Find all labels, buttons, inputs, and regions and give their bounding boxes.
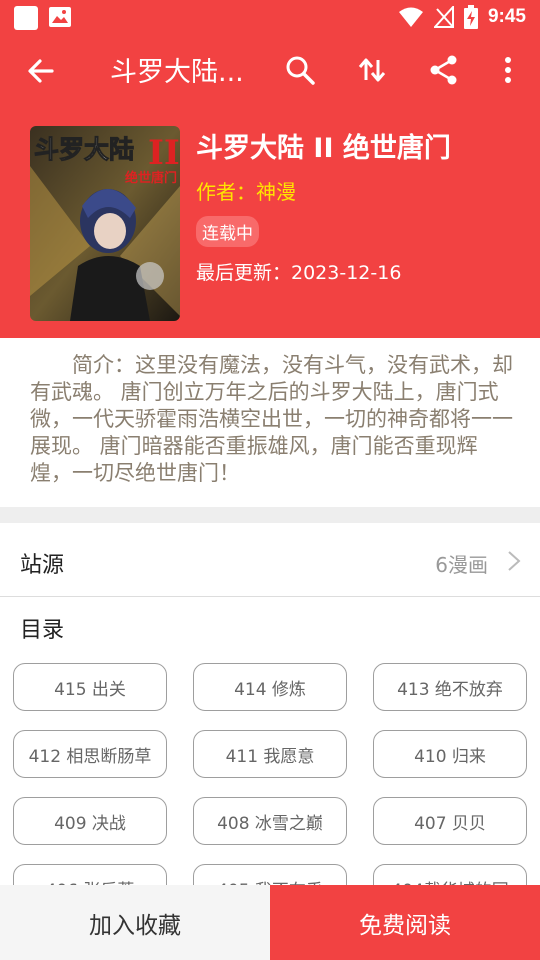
battery-charging-icon bbox=[463, 5, 478, 29]
status-bar: 9:45 bbox=[0, 0, 540, 36]
chapter-button[interactable]: 404载华城的同 bbox=[373, 864, 527, 885]
source-row[interactable]: 站源 6漫画 bbox=[0, 523, 540, 597]
toolbar-title: 斗罗大陆... bbox=[110, 57, 244, 88]
svg-text:斗罗大陆: 斗罗大陆 bbox=[34, 135, 134, 164]
chapter-button[interactable]: 413 绝不放弃 bbox=[373, 663, 527, 711]
chapter-button[interactable]: 410 归来 bbox=[373, 730, 527, 778]
chapter-button[interactable]: 414 修炼 bbox=[193, 663, 347, 711]
search-icon[interactable] bbox=[282, 52, 318, 88]
toolbar: 斗罗大陆... bbox=[0, 36, 540, 104]
status-time: 9:45 bbox=[487, 6, 526, 27]
chapter-button[interactable]: 406 张乐萱 bbox=[13, 864, 167, 885]
chapter-button[interactable]: 408 冰雪之巅 bbox=[193, 797, 347, 845]
status-badge: 连载中 bbox=[196, 216, 259, 247]
source-label: 站源 bbox=[20, 553, 65, 578]
cover-image: 斗罗大陆 II 绝世唐门 bbox=[30, 126, 180, 321]
last-updated: 最后更新：2023-12-16 bbox=[196, 262, 402, 284]
no-signal-icon bbox=[433, 6, 454, 28]
source-value: 6漫画 bbox=[435, 553, 488, 577]
chapter-button[interactable]: 405 我不在乎 bbox=[193, 864, 347, 885]
book-cover[interactable]: 斗罗大陆 II 绝世唐门 bbox=[30, 126, 180, 321]
chevron-right-icon bbox=[508, 551, 521, 571]
section-divider bbox=[0, 507, 540, 523]
back-arrow-icon[interactable] bbox=[24, 54, 58, 88]
bottom-action-bar: 加入收藏 免费阅读 bbox=[0, 885, 540, 960]
book-header: 斗罗大陆 II 绝世唐门 斗罗大陆 II 绝世唐门 作者：神漫 连载中 最后更新… bbox=[0, 104, 540, 338]
book-author[interactable]: 作者：神漫 bbox=[196, 176, 296, 205]
image-notification-icon bbox=[49, 7, 71, 27]
chapter-grid: 415 出关 414 修炼 413 绝不放弃 412 相思断肠草 411 我愿意… bbox=[13, 663, 527, 885]
toc-title: 目录 bbox=[20, 618, 65, 643]
chapter-button[interactable]: 407 贝贝 bbox=[373, 797, 527, 845]
svg-text:绝世唐门: 绝世唐门 bbox=[125, 170, 177, 186]
share-icon[interactable] bbox=[426, 52, 462, 88]
free-read-button[interactable]: 免费阅读 bbox=[270, 885, 540, 960]
synopsis-text: 简介：这里没有魔法，没有斗气，没有武术，却有武魂。 唐门创立万年之后的斗罗大陆上… bbox=[30, 353, 513, 485]
app-notification-icon bbox=[14, 6, 38, 30]
chapter-button[interactable]: 411 我愿意 bbox=[193, 730, 347, 778]
svg-text:II: II bbox=[148, 133, 180, 173]
book-title: 斗罗大陆 II 绝世唐门 bbox=[196, 133, 451, 164]
sort-icon[interactable] bbox=[354, 52, 390, 88]
more-vert-icon[interactable] bbox=[490, 52, 526, 88]
chapter-button[interactable]: 415 出关 bbox=[13, 663, 167, 711]
wifi-icon bbox=[398, 7, 423, 27]
chapter-button[interactable]: 412 相思断肠草 bbox=[13, 730, 167, 778]
add-favorite-button[interactable]: 加入收藏 bbox=[0, 885, 270, 960]
chapter-button[interactable]: 409 决战 bbox=[13, 797, 167, 845]
